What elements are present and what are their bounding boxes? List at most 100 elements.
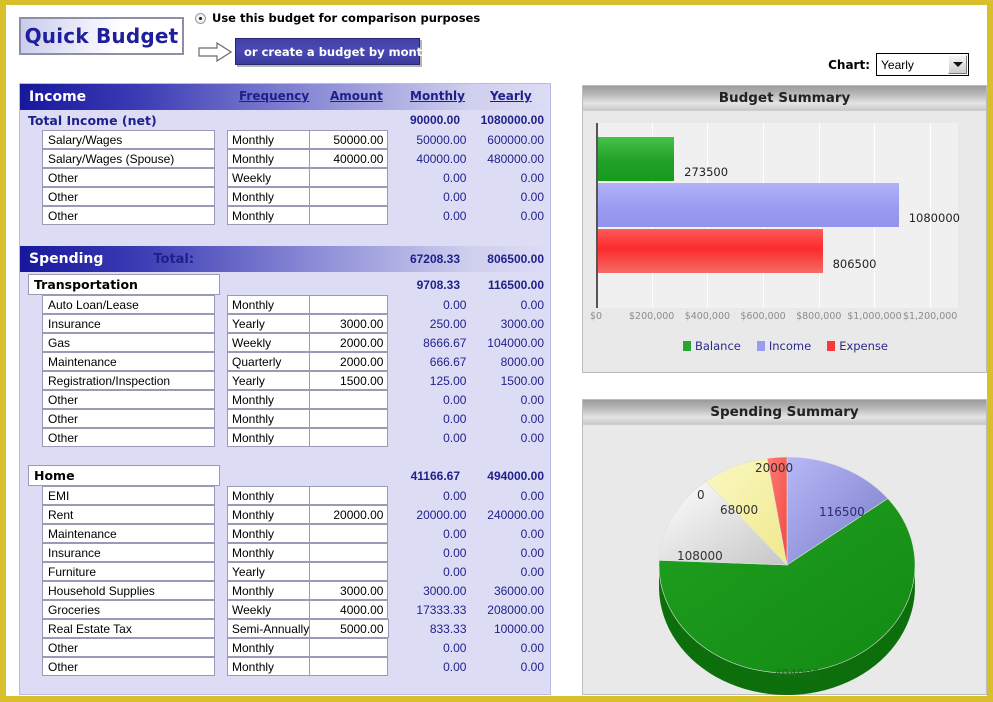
spending-row-name-input[interactable]: Household Supplies (42, 581, 215, 600)
table-row: Salary/WagesMonthly50000.0050000.0060000… (20, 130, 550, 149)
spending-row-name-input[interactable]: Maintenance (42, 524, 215, 543)
spending-row-frequency-select[interactable]: Monthly (227, 638, 310, 657)
spending-row-frequency-select[interactable]: Monthly (227, 543, 310, 562)
spending-row-amount-input[interactable]: 2000.00 (310, 333, 388, 352)
spending-row-frequency-select[interactable]: Monthly (227, 657, 310, 676)
spending-row-name-input[interactable]: Insurance (42, 314, 215, 333)
income-row-monthly-value: 40000.00 (400, 149, 472, 168)
bar-chart-xtick: $1,000,000 (844, 311, 904, 322)
spending-row-name-input[interactable]: Insurance (42, 543, 215, 562)
spending-group-yearly: 494000.00 (466, 465, 550, 486)
chart-control-label: Chart: (828, 58, 870, 72)
income-row-frequency-select[interactable]: Monthly (227, 149, 310, 168)
income-row-amount-input[interactable]: 50000.00 (310, 130, 388, 149)
income-row-name-input[interactable]: Other (42, 168, 215, 187)
income-row-frequency-select[interactable]: Monthly (227, 130, 310, 149)
spending-group-name-input[interactable]: Home (28, 465, 220, 486)
spending-row-name-input[interactable]: Rent (42, 505, 215, 524)
spending-row-amount-input[interactable]: 3000.00 (310, 314, 388, 333)
comparison-option[interactable]: Use this budget for comparison purposes (195, 11, 480, 25)
table-row: Real Estate TaxSemi-Annually5000.00833.3… (20, 619, 550, 638)
spending-row-amount-input[interactable] (310, 390, 388, 409)
spending-row-name-input[interactable]: EMI (42, 486, 215, 505)
spending-row-frequency-select[interactable]: Yearly (227, 562, 310, 581)
spending-row-name-input[interactable]: Other (42, 428, 215, 447)
income-row-frequency-select[interactable]: Monthly (227, 206, 310, 225)
spending-row-frequency-select[interactable]: Monthly (227, 409, 310, 428)
spending-row-amount-input[interactable] (310, 638, 388, 657)
spending-row-frequency-select[interactable]: Monthly (227, 295, 310, 314)
spending-row-name-input[interactable]: Furniture (42, 562, 215, 581)
spending-row-frequency-select[interactable]: Yearly (227, 314, 310, 333)
spending-pie-chart: 20000068000116500108000494000 (583, 425, 988, 695)
spending-row-frequency-select[interactable]: Monthly (227, 486, 310, 505)
spending-row-frequency-select[interactable]: Quarterly (227, 352, 310, 371)
create-budget-by-month-button[interactable]: or create a budget by month (235, 38, 420, 65)
spending-row-amount-input[interactable]: 2000.00 (310, 352, 388, 371)
spending-row-name-input[interactable]: Groceries (42, 600, 215, 619)
spending-row-amount-input[interactable] (310, 562, 388, 581)
budget-worksheet-page: Quick Budget Use this budget for compari… (0, 0, 993, 702)
income-row-amount-input[interactable] (310, 168, 388, 187)
spending-row-amount-input[interactable] (310, 295, 388, 314)
spending-row-monthly-value: 0.00 (400, 409, 472, 428)
spending-row-amount-input[interactable] (310, 657, 388, 676)
income-row-name-input[interactable]: Other (42, 206, 215, 225)
spending-summary-panel: Spending Summary 20000068000116500108000… (582, 399, 987, 695)
spending-row-frequency-select[interactable]: Monthly (227, 581, 310, 600)
spending-row-name-input[interactable]: Maintenance (42, 352, 215, 371)
spending-row-frequency-select[interactable]: Weekly (227, 600, 310, 619)
spending-row-frequency-select[interactable]: Yearly (227, 371, 310, 390)
legend-swatch-expense (827, 341, 835, 351)
income-row-amount-input[interactable] (310, 187, 388, 206)
income-row-frequency-select[interactable]: Weekly (227, 168, 310, 187)
spending-row-amount-input[interactable] (310, 486, 388, 505)
spending-row-yearly-value: 104000.00 (472, 333, 550, 352)
spending-row-name-input[interactable]: Other (42, 390, 215, 409)
income-row-name-input[interactable]: Other (42, 187, 215, 206)
income-row-name-input[interactable]: Salary/Wages (42, 130, 215, 149)
bar-label-income: 1080000 (909, 211, 960, 225)
spending-row-monthly-value: 250.00 (400, 314, 472, 333)
spending-row-name-input[interactable]: Other (42, 409, 215, 428)
spending-row-frequency-select[interactable]: Monthly (227, 390, 310, 409)
spending-row-amount-input[interactable]: 1500.00 (310, 371, 388, 390)
spending-row-name-input[interactable]: Auto Loan/Lease (42, 295, 215, 314)
spending-row-yearly-value: 10000.00 (473, 619, 550, 638)
column-header-yearly: Yearly (490, 89, 532, 103)
spending-row-monthly-value: 0.00 (400, 295, 472, 314)
spending-row-amount-input[interactable]: 20000.00 (310, 505, 388, 524)
spending-row-name-input[interactable]: Other (42, 657, 215, 676)
spending-row-amount-input[interactable]: 4000.00 (310, 600, 388, 619)
spending-row-yearly-value: 0.00 (472, 409, 550, 428)
legend-label-expense: Expense (839, 339, 888, 353)
spending-row-name-input[interactable]: Other (42, 638, 215, 657)
spending-row-frequency-select[interactable]: Semi-Annually (227, 619, 310, 638)
legend-item-expense: Expense (827, 339, 888, 353)
legend-label-income: Income (769, 339, 811, 353)
spending-row-amount-input[interactable] (310, 409, 388, 428)
spending-row-amount-input[interactable] (310, 524, 388, 543)
spending-row-frequency-select[interactable]: Monthly (227, 505, 310, 524)
income-row-amount-input[interactable]: 40000.00 (310, 149, 388, 168)
spending-row-frequency-select[interactable]: Weekly (227, 333, 310, 352)
spending-row-frequency-select[interactable]: Monthly (227, 428, 310, 447)
comparison-radio-icon[interactable] (195, 13, 206, 24)
chart-type-select[interactable]: Yearly (876, 53, 969, 76)
spending-row-name-input[interactable]: Gas (42, 333, 215, 352)
spending-row-monthly-value: 0.00 (400, 524, 472, 543)
income-row-name-input[interactable]: Salary/Wages (Spouse) (42, 149, 215, 168)
spending-row-amount-input[interactable]: 5000.00 (310, 619, 388, 638)
spending-row-name-input[interactable]: Registration/Inspection (42, 371, 215, 390)
spending-row-name-input[interactable]: Real Estate Tax (42, 619, 215, 638)
pie-label-108000: 108000 (677, 549, 723, 563)
spending-row-amount-input[interactable] (310, 428, 388, 447)
spending-group-title-row: Home41166.67494000.00 (20, 465, 550, 486)
income-row-frequency-select[interactable]: Monthly (227, 187, 310, 206)
chevron-down-icon[interactable] (948, 55, 967, 74)
spending-row-frequency-select[interactable]: Monthly (227, 524, 310, 543)
income-row-amount-input[interactable] (310, 206, 388, 225)
spending-row-amount-input[interactable] (310, 543, 388, 562)
spending-row-amount-input[interactable]: 3000.00 (310, 581, 388, 600)
spending-group-name-input[interactable]: Transportation (28, 274, 220, 295)
